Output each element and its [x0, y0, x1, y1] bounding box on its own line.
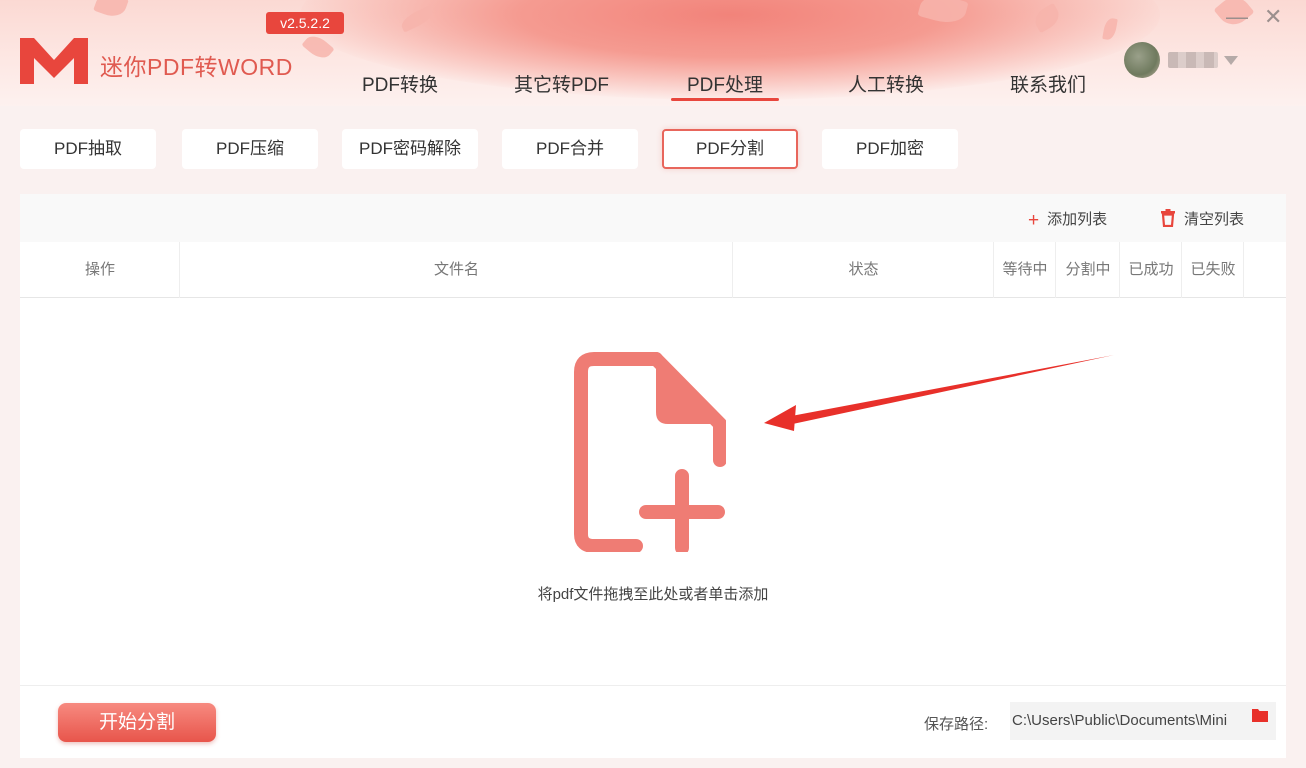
col-waiting: 等待中: [994, 242, 1056, 298]
dropzone-hint: 将pdf文件拖拽至此处或者单击添加: [537, 586, 769, 603]
file-dropzone[interactable]: 将pdf文件拖拽至此处或者单击添加: [20, 299, 1286, 685]
col-failed: 已失败: [1182, 242, 1244, 298]
app-logo-icon: [20, 38, 88, 84]
avatar[interactable]: [1124, 42, 1160, 78]
app-title: 迷你PDF转WORD: [100, 54, 293, 80]
minimize-button[interactable]: —: [1226, 4, 1248, 30]
folder-icon[interactable]: [1252, 708, 1268, 722]
col-action: 操作: [20, 242, 180, 298]
col-filename: 文件名: [180, 242, 733, 298]
app-header: 迷你PDF转WORD v2.5.2.2 PDF转换 其它转PDF PDF处理 人…: [0, 0, 1306, 106]
subtab-pdf-compress[interactable]: PDF压缩: [182, 129, 318, 169]
nav-contact-us[interactable]: 联系我们: [1010, 70, 1086, 97]
col-status: 状态: [733, 242, 994, 298]
table-header: 操作 文件名 状态 等待中 分割中 已成功 已失败: [20, 242, 1286, 298]
chevron-down-icon[interactable]: [1224, 56, 1238, 65]
close-button[interactable]: ✕: [1264, 4, 1282, 30]
clear-list-label: 清空列表: [1184, 211, 1245, 228]
subtab-pdf-encrypt[interactable]: PDF加密: [822, 129, 958, 169]
col-splitting: 分割中: [1056, 242, 1120, 298]
save-path-field[interactable]: C:\Users\Public\Documents\Mini: [1010, 702, 1276, 740]
version-badge: v2.5.2.2: [266, 12, 344, 34]
panel-footer: 开始分割 保存路径: C:\Users\Public\Documents\Min…: [20, 685, 1286, 758]
add-list-label: 添加列表: [1047, 211, 1108, 228]
file-list-panel: + 添加列表 清空列表 操作 文件名 状态 等待中 分割中 已成功 已失败 将p…: [20, 194, 1286, 758]
plus-icon: +: [1028, 210, 1040, 231]
nav-pdf-convert[interactable]: PDF转换: [362, 70, 438, 97]
username-blurred[interactable]: [1168, 52, 1218, 68]
save-path-label: 保存路径:: [924, 716, 989, 733]
subtab-pdf-extract[interactable]: PDF抽取: [20, 129, 156, 169]
subtab-pdf-merge[interactable]: PDF合并: [502, 129, 638, 169]
nav-pdf-process[interactable]: PDF处理: [670, 70, 780, 101]
add-list-button[interactable]: + 添加列表: [1028, 208, 1107, 232]
subtab-pdf-unlock[interactable]: PDF密码解除: [342, 129, 478, 169]
trash-icon: [1161, 209, 1175, 228]
pointer-arrow-icon: [764, 355, 1114, 431]
petal-decoration: [93, 0, 129, 21]
subtab-pdf-split[interactable]: PDF分割: [662, 129, 798, 169]
save-path-value: C:\Users\Public\Documents\Mini: [1012, 712, 1228, 729]
list-toolbar: + 添加列表 清空列表: [20, 194, 1286, 242]
col-success: 已成功: [1120, 242, 1182, 298]
nav-manual-convert[interactable]: 人工转换: [848, 70, 924, 97]
add-file-icon: [574, 352, 726, 552]
nav-other-to-pdf[interactable]: 其它转PDF: [514, 70, 609, 97]
start-split-button[interactable]: 开始分割: [58, 703, 216, 742]
clear-list-button[interactable]: 清空列表: [1160, 208, 1244, 229]
